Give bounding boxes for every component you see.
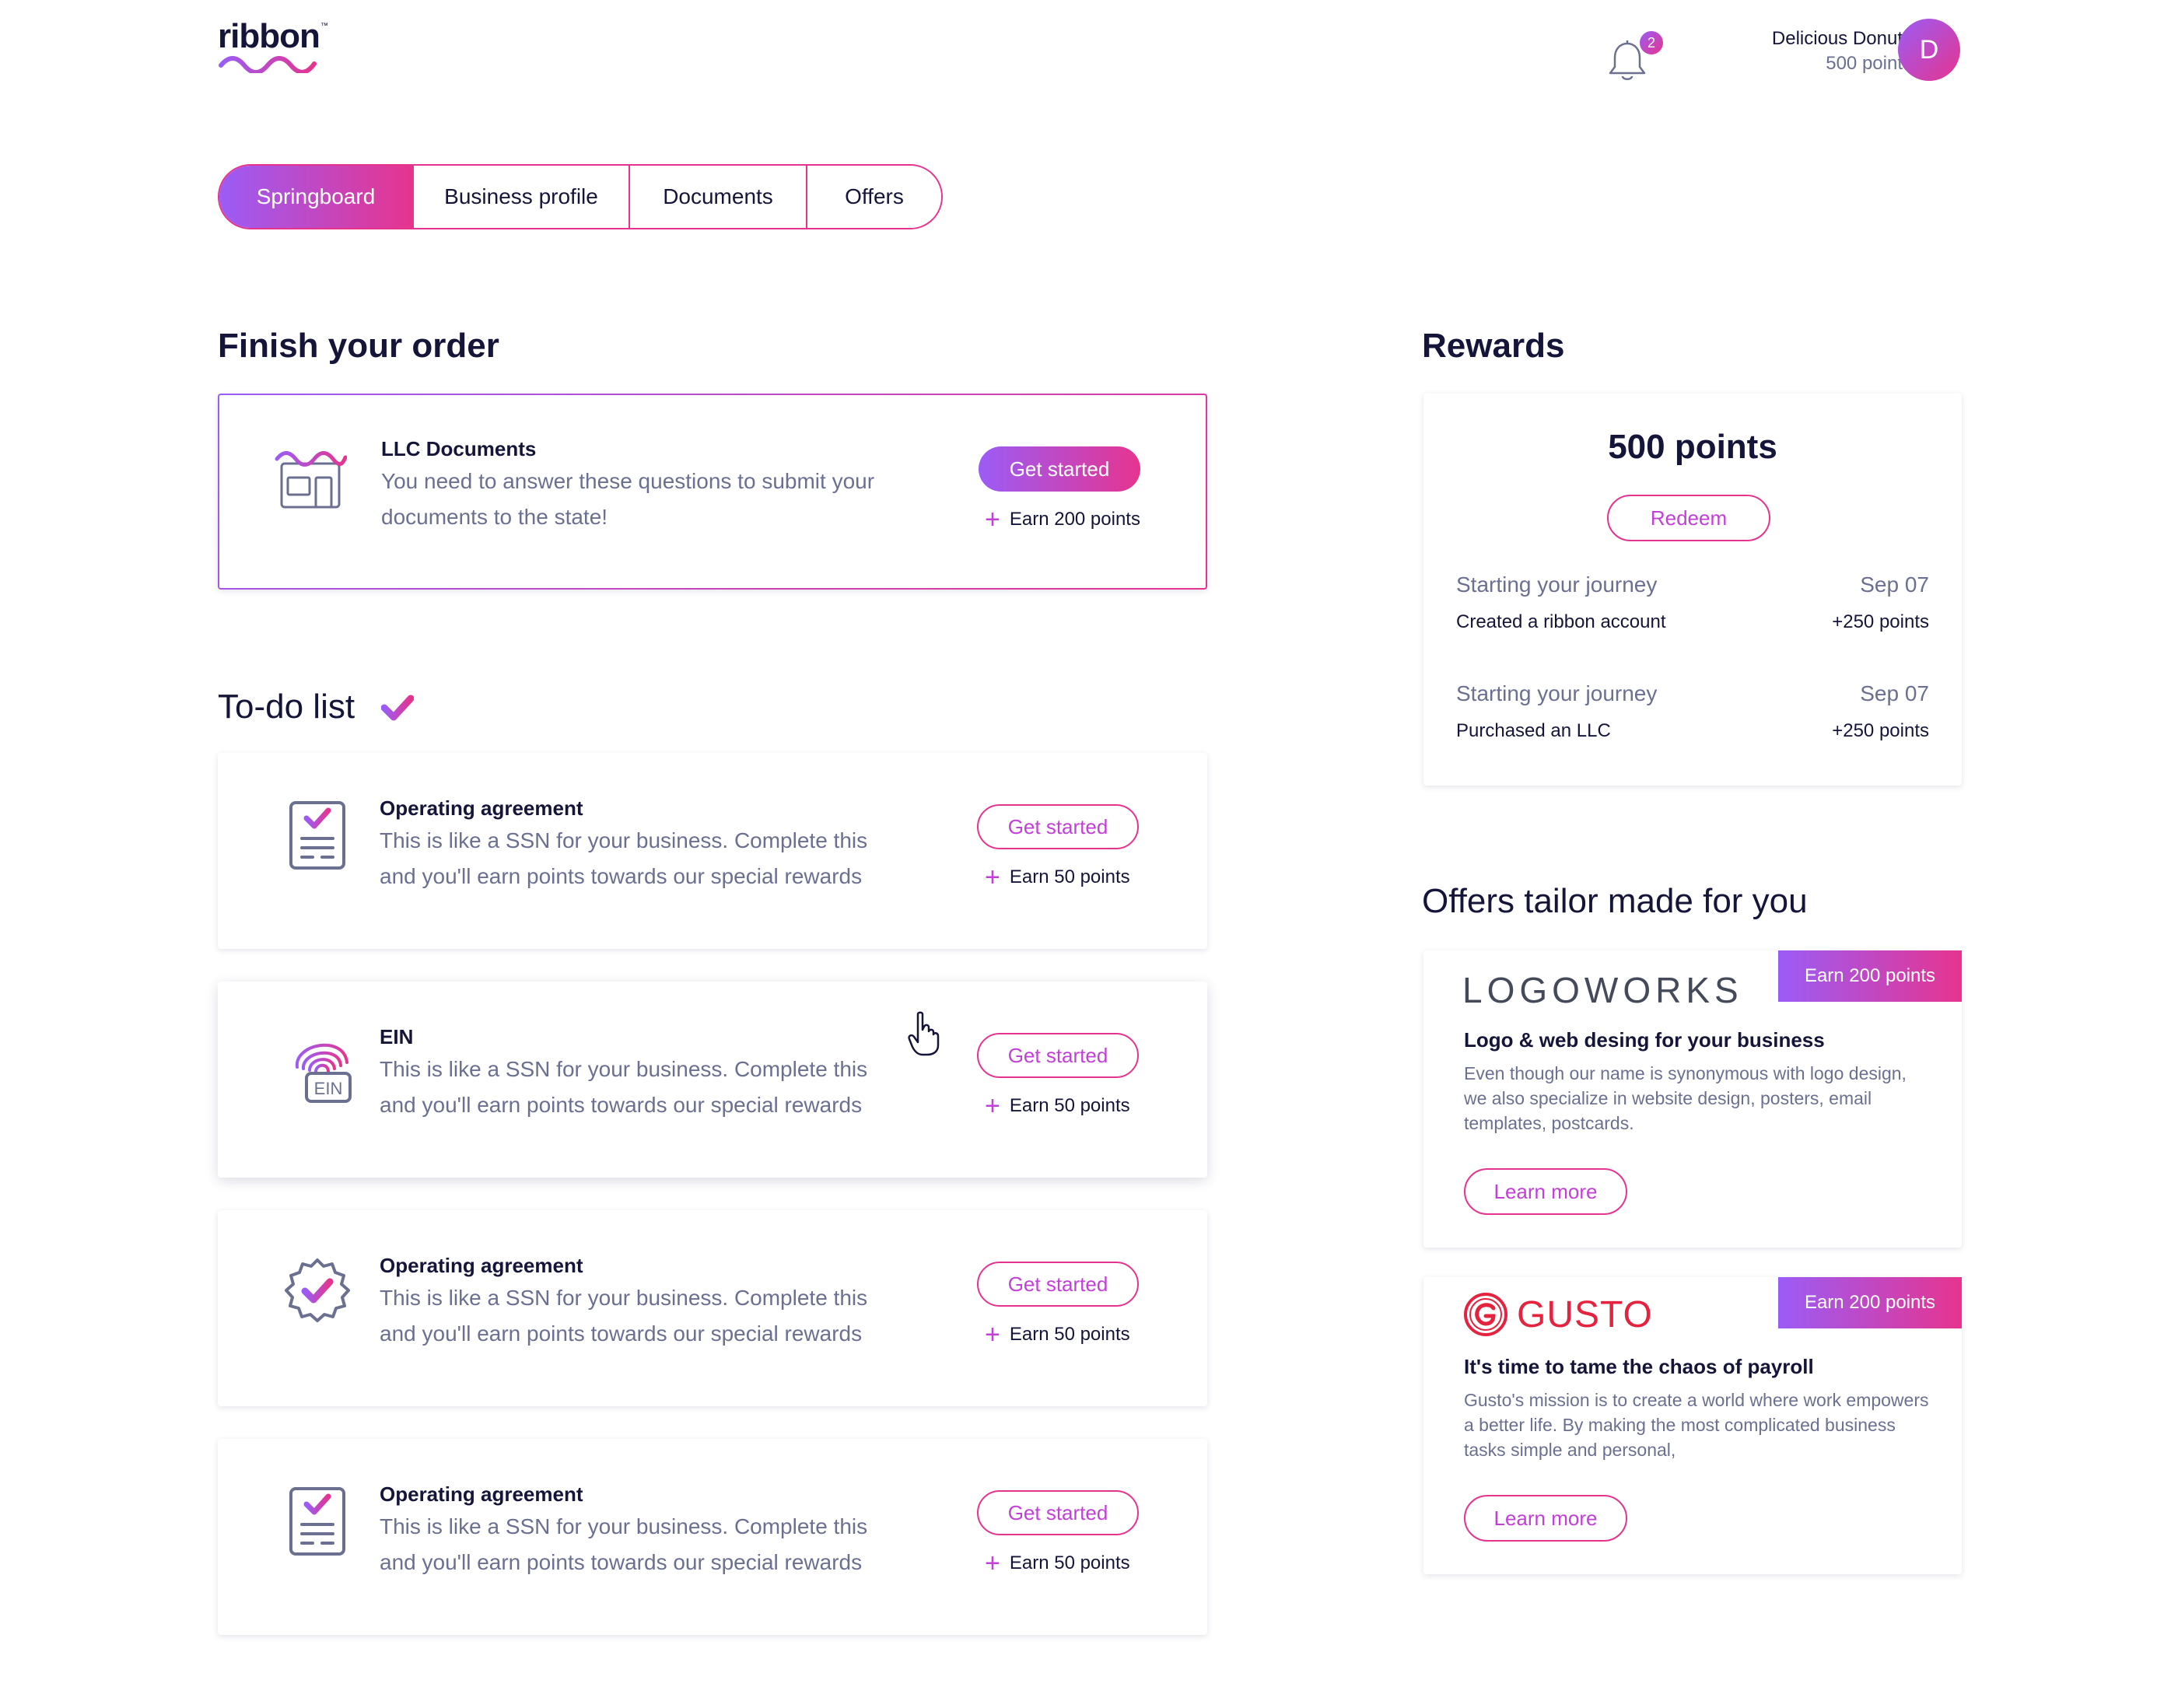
todo-get-started-button[interactable]: Get started — [977, 1262, 1139, 1307]
earn-label: Earn 50 points — [1009, 1324, 1130, 1345]
reward-date: Sep 07 — [1860, 681, 1929, 705]
todo-title-text: To-do list — [218, 688, 355, 726]
offer-badge: Earn 200 points — [1778, 950, 1962, 1002]
plus-icon: + — [985, 1549, 1000, 1578]
plus-icon: + — [985, 1091, 1000, 1121]
plus-icon: + — [985, 863, 1000, 892]
reward-category: Starting your journey — [1456, 681, 1658, 705]
todo-item-title: Operating agreement — [380, 796, 583, 820]
todo-earn-points: + Earn 50 points — [985, 1549, 1130, 1578]
tab-business-profile[interactable]: Business profile — [412, 166, 629, 228]
todo-item-description: This is like a SSN for your business. Co… — [380, 1057, 868, 1117]
reward-category: Starting your journey — [1456, 572, 1658, 597]
reward-history-item: Starting your journey Sep 07 Created a r… — [1456, 569, 1929, 638]
earn-label: Earn 50 points — [1009, 1552, 1130, 1573]
checklist-icon — [289, 801, 345, 870]
verified-badge-icon — [285, 1258, 350, 1322]
gusto-wordmark: GUSTO — [1517, 1293, 1653, 1335]
todo-get-started-button[interactable]: Get started — [977, 1490, 1139, 1535]
todo-item-description: This is like a SSN for your business. Co… — [380, 828, 868, 888]
reward-detail: Created a ribbon account — [1456, 611, 1666, 632]
order-earn-points: + Earn 200 points — [985, 505, 1140, 534]
tab-offers[interactable]: Offers — [806, 166, 941, 228]
notifications-button[interactable]: 2 — [1605, 31, 1663, 87]
gusto-logo: GUSTO — [1462, 1291, 1653, 1338]
ein-icon-label: EIN — [314, 1079, 343, 1098]
wave-icon — [219, 56, 317, 73]
todo-item-title: Operating agreement — [380, 1482, 583, 1506]
todo-item-title: Operating agreement — [380, 1254, 583, 1277]
plus-icon: + — [985, 1320, 1000, 1349]
offer-description: Even though our name is synonymous with … — [1464, 1063, 1907, 1133]
hand-cursor-icon — [908, 1011, 940, 1056]
reward-points: +250 points — [1832, 720, 1929, 741]
reward-date: Sep 07 — [1860, 572, 1929, 597]
offer-badge: Earn 200 points — [1778, 1277, 1962, 1328]
reward-points: +250 points — [1832, 611, 1929, 632]
reward-detail: Purchased an LLC — [1456, 720, 1611, 741]
todo-item-description: This is like a SSN for your business. Co… — [380, 1514, 868, 1574]
rewards-total: 500 points — [1608, 428, 1777, 466]
ribbon-logo[interactable]: ribbon ™ — [218, 19, 334, 81]
user-account[interactable]: Delicious Donuts 500 points — [1772, 26, 1912, 76]
todo-earn-points: + Earn 50 points — [985, 1091, 1130, 1121]
todo-earn-points: + Earn 50 points — [985, 1320, 1130, 1349]
gusto-logo-mark — [1464, 1293, 1507, 1336]
offer-title: Logo & web desing for your business — [1464, 1028, 1825, 1052]
offer-card: GUSTO Earn 200 points It's time to tame … — [1423, 1277, 1962, 1574]
rewards-card: 500 points Redeem Starting your journey … — [1423, 394, 1962, 786]
order-item-description: You need to answer these questions to su… — [381, 469, 875, 529]
earn-label: Earn 50 points — [1009, 1095, 1130, 1116]
reward-history-item: Starting your journey Sep 07 Purchased a… — [1456, 678, 1929, 747]
checkmark-icon — [381, 695, 414, 721]
rewards-title: Rewards — [1422, 327, 1565, 365]
redeem-button[interactable]: Redeem — [1607, 495, 1770, 541]
todo-item: Operating agreement This is like a SSN f… — [218, 753, 1207, 949]
order-card: LLC Documents You need to answer these q… — [218, 394, 1207, 590]
todo-get-started-button[interactable]: Get started — [977, 804, 1139, 849]
todo-earn-points: + Earn 50 points — [985, 863, 1130, 892]
earn-label: Earn 200 points — [1009, 509, 1140, 530]
logo-wordmark: ribbon — [218, 17, 320, 55]
fingerprint-icon: EIN — [295, 1043, 352, 1103]
earn-label: Earn 50 points — [1009, 866, 1130, 887]
todo-title: To-do list — [218, 688, 355, 726]
user-points: 500 points — [1826, 53, 1912, 74]
user-name: Delicious Donuts — [1771, 28, 1912, 49]
tab-documents[interactable]: Documents — [629, 166, 806, 228]
todo-item: Operating agreement This is like a SSN f… — [218, 1210, 1207, 1406]
todo-get-started-button[interactable]: Get started — [977, 1033, 1139, 1078]
avatar[interactable]: D — [1898, 19, 1960, 81]
storefront-icon — [275, 451, 347, 509]
learn-more-button[interactable]: Learn more — [1464, 1168, 1627, 1215]
main-tabs: Springboard Business profile Documents O… — [218, 164, 943, 229]
order-item-title: LLC Documents — [381, 437, 537, 460]
plus-icon: + — [985, 505, 1000, 534]
offers-title: Offers tailor made for you — [1422, 882, 1808, 920]
todo-item: EIN EIN This is like a SSN for your busi… — [218, 982, 1207, 1178]
tab-springboard[interactable]: Springboard — [219, 166, 412, 228]
order-get-started-button[interactable]: Get started — [979, 446, 1140, 492]
finish-order-title: Finish your order — [218, 327, 499, 365]
logoworks-logo: LOGOWORKS — [1462, 970, 1743, 1010]
notification-count-badge: 2 — [1640, 31, 1663, 54]
learn-more-button[interactable]: Learn more — [1464, 1495, 1627, 1542]
todo-item-description: This is like a SSN for your business. Co… — [380, 1286, 868, 1346]
todo-item: Operating agreement This is like a SSN f… — [218, 1439, 1207, 1635]
offer-title: It's time to tame the chaos of payroll — [1464, 1355, 1814, 1378]
trademark-mark: ™ — [320, 22, 328, 30]
checklist-icon — [289, 1487, 345, 1556]
todo-item-title: EIN — [380, 1025, 414, 1048]
offer-card: LOGOWORKS Earn 200 points Logo & web des… — [1423, 950, 1962, 1248]
offer-description: Gusto's mission is to create a world whe… — [1464, 1390, 1929, 1460]
